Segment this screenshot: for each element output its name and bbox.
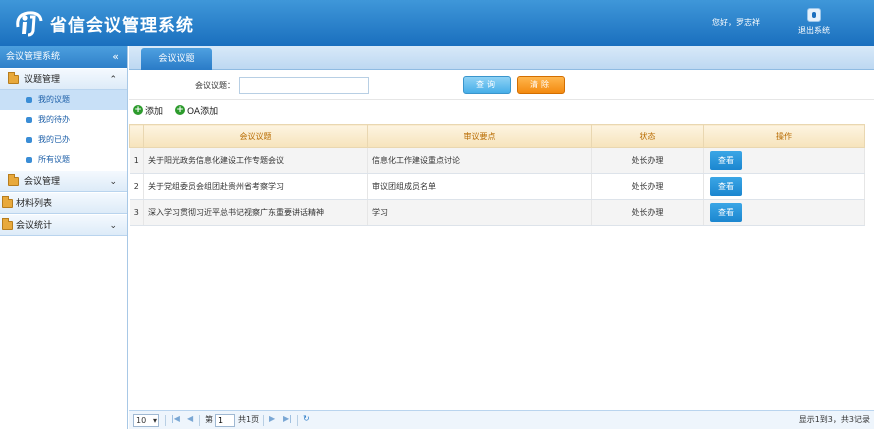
status-cell: 处长办理 [591,199,704,226]
row-number: 1 [129,147,144,174]
column-header-action: 操作 [703,124,865,148]
sidebar: 会议管理系统 « 议题管理 我的议题 我的待办 我的已办 所有议题 会议管理 材… [0,46,128,429]
sidebar-item-label: 我的议题 [38,95,70,104]
sidebar-group-label: 会议管理 [24,177,61,187]
table-row: 2 关于党组委员会组团赴贵州省考察学习 审议团组成员名单 处长办理 查看 [129,173,865,200]
sidebar-group-label: 议题管理 [24,75,61,85]
page-count: 共1页 [238,415,260,424]
chevron-up-icon [109,69,117,91]
action-bar: + 添加 + OA添加 [129,100,874,120]
sidebar-group-meeting-management[interactable]: 会议管理 [0,170,127,192]
view-button[interactable]: 查看 [710,151,742,170]
status-cell: 处长办理 [591,147,704,174]
folder-icon [8,174,19,186]
page-size-select[interactable]: 10 [133,414,159,427]
points-cell: 信息化工作建设重点讨论 [367,147,592,174]
sidebar-item-label: 我的已办 [38,135,70,144]
speaker-icon [807,8,821,22]
status-cell: 处长办理 [591,173,704,200]
sidebar-title: 会议管理系统 [6,52,61,62]
view-button[interactable]: 查看 [710,177,742,196]
pagination-bar: 10 |◀ ◀ 第 共1页 ▶ ▶| ↻ 显示1到3，共3记录 [129,410,874,429]
sidebar-header: 会议管理系统 « [0,46,127,68]
row-number: 3 [129,199,144,226]
page-prefix: 第 [205,415,213,424]
sidebar-item-my-topics[interactable]: 我的议题 [0,90,127,110]
bullet-icon [26,157,32,163]
logout-button[interactable]: 退出系统 [794,8,834,40]
query-button[interactable]: 查询 [463,76,511,94]
add-button[interactable]: + 添加 [133,104,163,117]
add-label: 添加 [145,107,164,117]
action-cell: 查看 [703,147,865,174]
topic-cell: 关于党组委员会组团赴贵州省考察学习 [143,173,368,200]
first-page-icon[interactable]: |◀ [171,414,180,423]
record-summary: 显示1到3，共3记录 [798,415,870,424]
sidebar-item-my-todo[interactable]: 我的待办 [0,110,127,130]
oa-add-button[interactable]: + OA添加 [175,104,218,117]
bullet-icon [26,137,32,143]
sidebar-group-meeting-stats[interactable]: 会议统计 [0,214,127,236]
oa-add-label: OA添加 [187,107,219,117]
logout-label: 退出系统 [798,26,830,35]
next-page-icon[interactable]: ▶ [269,414,275,423]
topic-cell: 关于阳光政务信息化建设工作专题会议 [143,147,368,174]
folder-icon [8,72,19,84]
app-logo-icon [16,11,43,37]
app-title: 省信会议管理系统 [50,16,194,36]
clear-button[interactable]: 清除 [517,76,565,94]
sidebar-group-topic-management[interactable]: 议题管理 [0,68,127,90]
prev-page-icon[interactable]: ◀ [187,414,193,423]
column-header-points[interactable]: 审议要点 [367,124,592,148]
sidebar-item-label: 我的待办 [38,115,70,124]
refresh-icon[interactable]: ↻ [303,414,310,423]
page-number-input[interactable] [215,414,235,427]
bullet-icon [26,117,32,123]
tab-meeting-topics[interactable]: 会议议题 [141,48,212,70]
view-button[interactable]: 查看 [710,203,742,222]
search-label: 会议议题： [195,81,235,90]
topic-search-input[interactable] [239,77,369,94]
column-header-topic[interactable]: 会议议题 [143,124,368,148]
user-greeting: 您好，罗志祥 [712,18,760,27]
points-cell: 学习 [367,199,592,226]
table-row: 3 深入学习贯彻习近平总书记视察广东重要讲话精神 学习 处长办理 查看 [129,199,865,226]
double-chevron-left-icon[interactable]: « [112,46,119,68]
chevron-down-icon [109,215,117,237]
topic-cell: 深入学习贯彻习近平总书记视察广东重要讲话精神 [143,199,368,226]
sidebar-item-label: 所有议题 [38,155,70,164]
table-row: 1 关于阳光政务信息化建设工作专题会议 信息化工作建设重点讨论 处长办理 查看 [129,147,865,174]
sidebar-item-all-topics[interactable]: 所有议题 [0,150,127,170]
pager-separator [297,415,298,426]
last-page-icon[interactable]: ▶| [283,414,292,423]
sidebar-group-material-list[interactable]: 材料列表 [0,192,127,214]
folder-icon [2,218,13,230]
plus-icon: + [133,105,143,115]
search-bar: 会议议题： 查询 清除 [129,70,874,100]
topics-table: 会议议题 审议要点 状态 操作 1 关于阳光政务信息化建设工作专题会议 信息化工… [129,124,865,226]
table-header-row: 会议议题 审议要点 状态 操作 [129,124,865,148]
tab-bar: 会议议题 [129,46,874,70]
column-header-number [129,124,144,148]
main-panel: 会议议题 会议议题： 查询 清除 + 添加 + OA添加 会议议题 审议要点 状… [129,46,874,429]
action-cell: 查看 [703,173,865,200]
sidebar-group-label: 材料列表 [16,199,53,209]
pager-separator [199,415,200,426]
pager-separator [263,415,264,426]
points-cell: 审议团组成员名单 [367,173,592,200]
action-cell: 查看 [703,199,865,226]
app-header: 省信会议管理系统 您好，罗志祥 退出系统 [0,0,874,46]
bullet-icon [26,97,32,103]
pager-separator [165,415,166,426]
sidebar-item-my-done[interactable]: 我的已办 [0,130,127,150]
row-number: 2 [129,173,144,200]
chevron-down-icon [109,171,117,193]
sidebar-group-label: 会议统计 [16,221,53,231]
folder-icon [2,196,13,208]
plus-icon: + [175,105,185,115]
column-header-status[interactable]: 状态 [591,124,704,148]
